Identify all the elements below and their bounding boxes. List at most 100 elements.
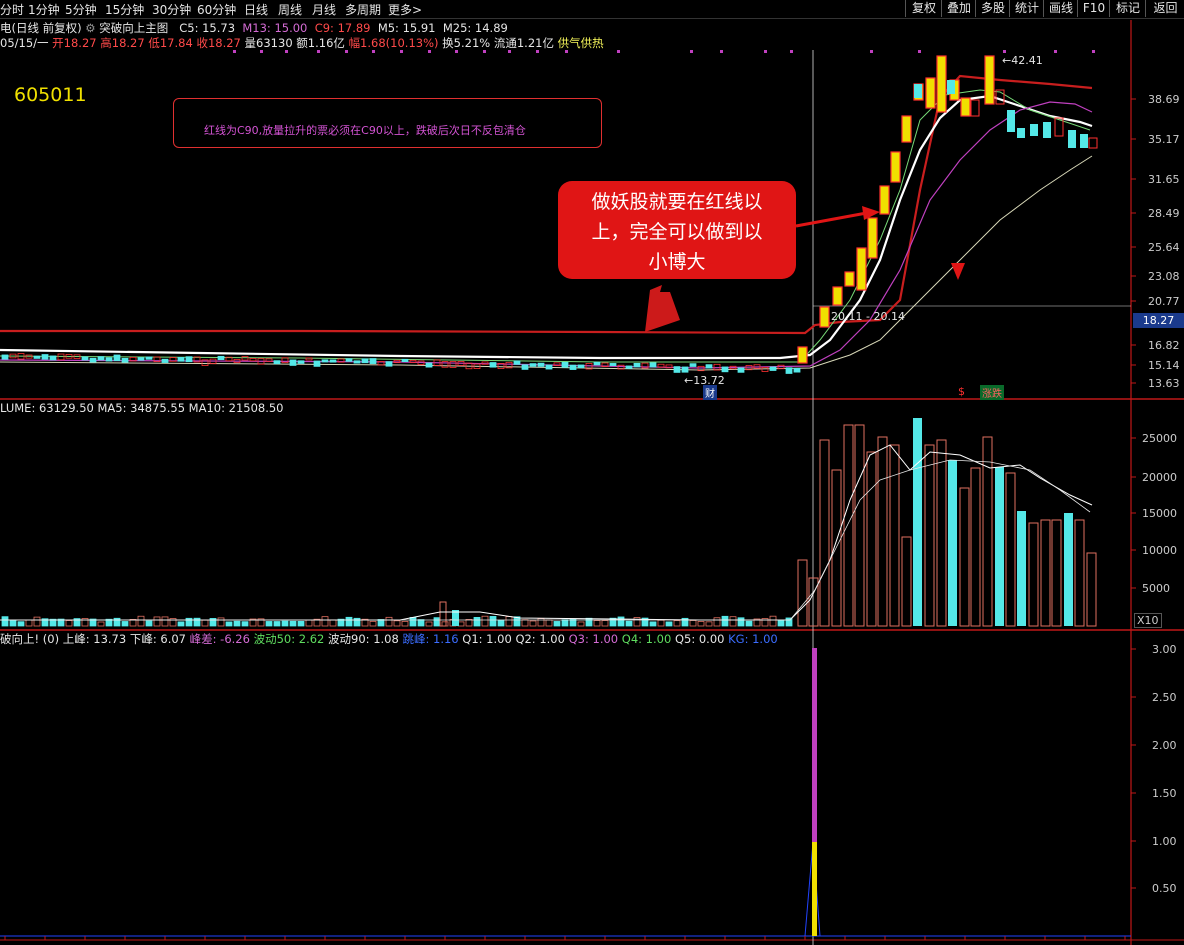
volume-bar (233, 620, 241, 627)
dollar-badge[interactable]: $ (958, 385, 965, 398)
volume-bar (601, 620, 609, 627)
breakout-candle (844, 271, 855, 287)
down-candle (914, 84, 922, 98)
volume-bar (521, 619, 529, 627)
volume-bar (145, 620, 153, 627)
volume-bar (877, 436, 888, 627)
zhangdie-badge[interactable]: 涨跌 (980, 385, 1004, 400)
volume-bar (281, 620, 289, 627)
volume-bar (889, 444, 900, 627)
volume-bar (866, 451, 877, 627)
finance-badge[interactable]: 财 (703, 385, 717, 400)
candle (1, 354, 9, 360)
candle (513, 360, 521, 365)
volume-ma10: MA10: 21508.50 (188, 401, 284, 415)
volume-unit: X10 (1134, 613, 1162, 628)
volume-bar (65, 620, 73, 627)
candle (761, 366, 769, 372)
volume-bar (193, 617, 201, 627)
lower-tick-label: 0.50 (1152, 882, 1177, 895)
current-price-flag: 18.27 (1133, 313, 1184, 328)
candle (649, 362, 657, 368)
volume-bar (273, 621, 281, 627)
down-candle (1030, 124, 1038, 136)
volume-bar (545, 619, 553, 627)
signal-dot (536, 50, 539, 53)
volume-bar (473, 617, 481, 627)
signal-dot (233, 50, 236, 53)
breakout-candle (797, 346, 808, 364)
signal-dot (790, 50, 793, 53)
signal-bar-magenta (812, 648, 817, 842)
price-tick-label: 13.63 (1148, 377, 1180, 390)
price-tick-label: 31.65 (1148, 173, 1180, 186)
q5: Q5: 0.00 (674, 632, 725, 646)
candle (401, 358, 409, 363)
breakout-candle (890, 151, 901, 183)
new-peak: 跳峰: 1.16 (402, 632, 459, 646)
volume-bar (265, 621, 273, 627)
volume-bar (121, 621, 129, 627)
signal-dot (260, 50, 263, 53)
volume-axis: 25000 20000 15000 10000 5000 (1131, 432, 1177, 595)
volume-bar (393, 620, 401, 627)
volume-value: LUME: 63129.50 (0, 401, 94, 415)
signal-dot (1092, 50, 1095, 53)
breakout-candle (819, 306, 830, 328)
candle (577, 364, 585, 369)
volume-bar (497, 619, 505, 627)
candle (113, 354, 121, 362)
volume-bar (689, 620, 697, 627)
candle (265, 358, 273, 362)
volume-bar (729, 616, 737, 627)
lower-tick-label: 1.50 (1152, 787, 1177, 800)
breakout-candle (960, 97, 971, 117)
volume-bar (369, 620, 377, 627)
candle (569, 364, 577, 370)
volume-bar (697, 621, 705, 627)
bubble-arrow-line (795, 210, 873, 228)
ma-long-line (0, 155, 1093, 371)
bubble-line-2: 上，完全可以做到以 (591, 221, 763, 243)
signal-dot (345, 50, 348, 53)
q2: Q2: 1.00 (515, 632, 565, 646)
volume-bar (721, 615, 729, 627)
volume-bar (936, 439, 947, 627)
volume-bar (657, 619, 665, 627)
volume-bar (161, 616, 169, 627)
volume-bar (385, 616, 393, 627)
volume-bar (924, 444, 935, 627)
volume-bar (433, 617, 441, 627)
volume-bar (177, 621, 185, 627)
q1: Q1: 1.00 (462, 632, 512, 646)
volume-bar (819, 439, 830, 627)
volume-bar (593, 620, 601, 627)
price-tick-label: 16.82 (1148, 339, 1180, 352)
price-tick-label: 35.17 (1148, 133, 1180, 146)
bottom-grid-ticks (4, 936, 1126, 940)
candle (89, 357, 97, 363)
candle (249, 358, 257, 362)
volume-bar (561, 619, 569, 627)
price-tick-label: 23.08 (1148, 270, 1180, 283)
q3: Q3: 1.00 (568, 632, 619, 646)
red-triangle-marker (951, 263, 965, 280)
candle (353, 360, 361, 364)
candle (521, 364, 529, 370)
volume-bar (948, 460, 957, 626)
volume-tick-label: 15000 (1142, 507, 1177, 520)
volume-bar (769, 615, 777, 627)
volume-bar (97, 621, 105, 627)
breakout-candle (925, 77, 936, 109)
candle (105, 357, 113, 362)
volume-ma5-line (0, 444, 1093, 621)
down-candle (1007, 110, 1015, 132)
volume-bar (1017, 511, 1026, 626)
volume-bar (1086, 552, 1097, 627)
q4: Q4: 1.00 (621, 632, 672, 646)
candle (81, 356, 89, 361)
signal-dot (372, 50, 375, 53)
signal-dot (870, 50, 873, 53)
lower-tick-label: 2.50 (1152, 691, 1177, 704)
down-candle (1080, 134, 1088, 148)
